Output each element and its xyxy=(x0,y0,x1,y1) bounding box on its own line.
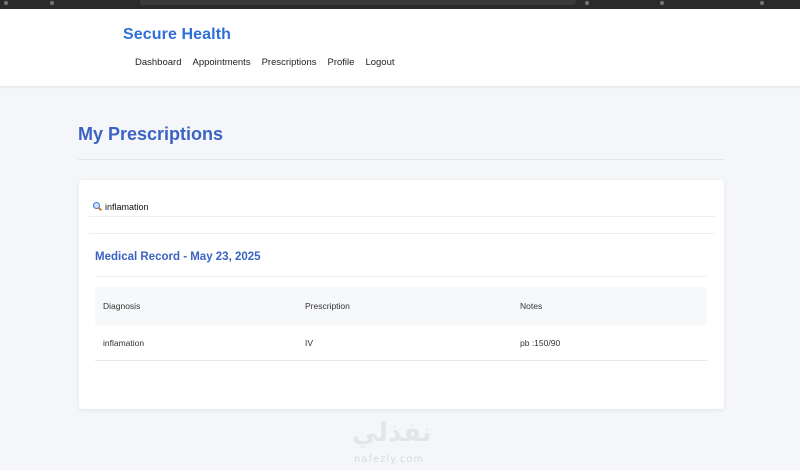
bookmark-icon[interactable] xyxy=(585,1,589,5)
divider xyxy=(89,216,715,217)
table-row: inflamation IV pb :150/90 xyxy=(95,325,707,361)
prescriptions-card: Medical Record - May 23, 2025 Diagnosis … xyxy=(79,180,724,409)
divider xyxy=(89,233,715,234)
record-title: Medical Record - May 23, 2025 xyxy=(95,251,261,263)
nav-prescriptions[interactable]: Prescriptions xyxy=(262,57,317,68)
site-header: Secure Health Dashboard Appointments Pre… xyxy=(0,9,800,86)
cell-prescription: IV xyxy=(305,337,314,348)
column-header-notes: Notes xyxy=(520,301,543,311)
watermark-logo: نفذلي nafezly.com xyxy=(352,418,452,468)
divider xyxy=(78,159,724,160)
cell-notes: pb :150/90 xyxy=(520,337,561,348)
record-table: Diagnosis Prescription Notes inflamation… xyxy=(95,287,707,361)
divider xyxy=(95,276,707,277)
column-header-diagnosis: Diagnosis xyxy=(103,301,141,311)
table-header: Diagnosis Prescription Notes xyxy=(95,287,707,325)
reload-icon[interactable] xyxy=(50,1,54,5)
main-nav: Dashboard Appointments Prescriptions Pro… xyxy=(135,57,395,68)
nav-appointments[interactable]: Appointments xyxy=(192,57,250,68)
browser-chrome xyxy=(0,0,800,9)
menu-icon[interactable] xyxy=(760,1,764,5)
cell-diagnosis: inflamation xyxy=(103,337,145,348)
nav-dashboard[interactable]: Dashboard xyxy=(135,57,181,68)
back-icon[interactable] xyxy=(4,1,8,5)
watermark-arabic: نفذلي xyxy=(352,418,432,448)
search-input[interactable] xyxy=(105,201,665,212)
brand-logo[interactable]: Secure Health xyxy=(123,26,231,44)
column-header-prescription: Prescription xyxy=(305,301,350,311)
nav-profile[interactable]: Profile xyxy=(328,57,355,68)
search-icon xyxy=(93,202,102,211)
watermark-latin: nafezly.com xyxy=(354,454,425,465)
extension-icon[interactable] xyxy=(660,1,664,5)
nav-logout[interactable]: Logout xyxy=(365,57,394,68)
search-bar xyxy=(93,197,713,216)
page-title: My Prescriptions xyxy=(78,124,224,144)
address-bar[interactable] xyxy=(140,0,576,5)
